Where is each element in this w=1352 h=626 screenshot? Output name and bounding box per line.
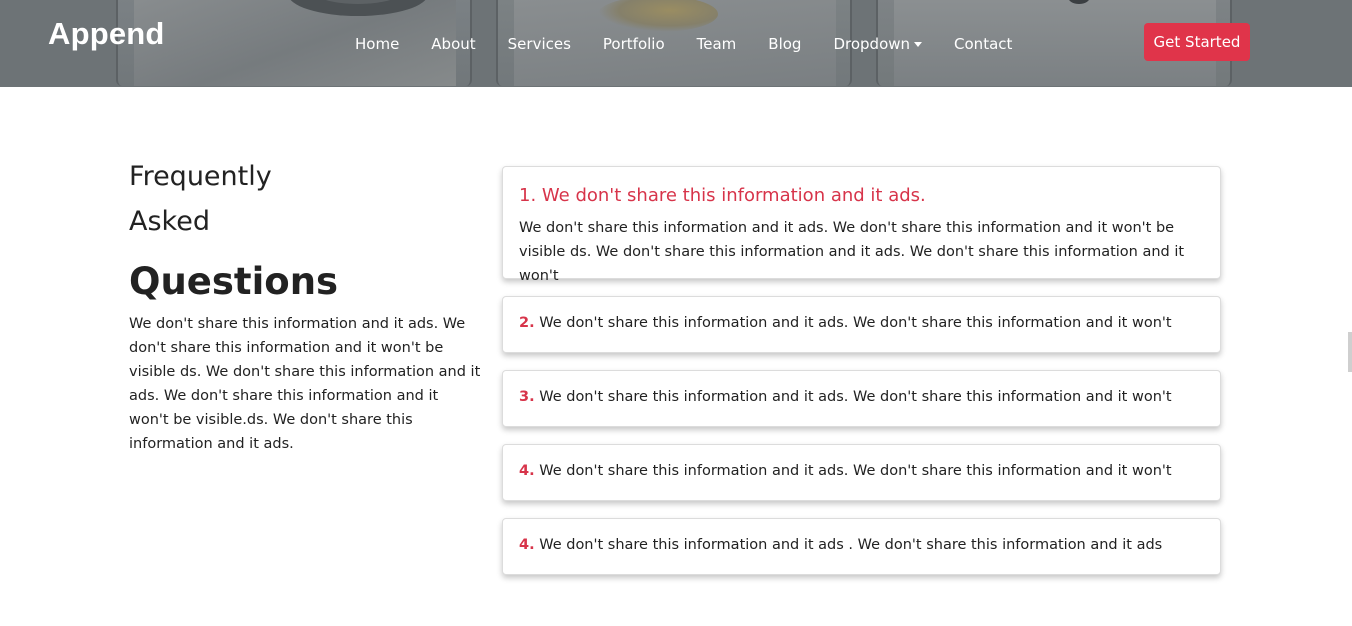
nav-item-contact[interactable]: Contact <box>954 35 1012 53</box>
faq-question[interactable]: 1. We don't share this information and i… <box>519 185 926 206</box>
faq-question[interactable]: 4. We don't share this information and i… <box>519 537 1162 553</box>
nav-item-about[interactable]: About <box>431 35 475 53</box>
faq-number: 3. <box>519 389 535 405</box>
faq-heading-line-1: Frequently <box>129 161 272 192</box>
nav-item-services[interactable]: Services <box>508 35 571 53</box>
brand-logo[interactable]: Append <box>48 16 165 52</box>
faq-question[interactable]: 4. We don't share this information and i… <box>519 463 1172 479</box>
faq-question-text: We don't share this information and it a… <box>539 315 1172 331</box>
faq-item[interactable]: 1. We don't share this information and i… <box>502 166 1221 284</box>
faq-item[interactable]: 4. We don't share this information and i… <box>502 444 1221 501</box>
nav-item-portfolio[interactable]: Portfolio <box>603 35 665 53</box>
faq-item[interactable]: 2. We don't share this information and i… <box>502 296 1221 353</box>
faq-number: 1. <box>519 185 537 206</box>
faq-question[interactable]: 3. We don't share this information and i… <box>519 389 1172 405</box>
faq-item[interactable]: 4. We don't share this information and i… <box>502 518 1221 575</box>
faq-question-text: We don't share this information and it a… <box>539 463 1172 479</box>
faq-heading-bold: Questions <box>129 260 339 303</box>
get-started-button[interactable]: Get Started <box>1144 23 1250 61</box>
caret-down-icon <box>914 41 923 47</box>
faq-answer: We don't share this information and it a… <box>519 220 1185 284</box>
faq-description: We don't share this information and it a… <box>129 316 481 452</box>
faq-question-text: We don't share this information and it a… <box>541 185 926 206</box>
faq-number: 4. <box>519 537 535 553</box>
site-header: Append Home About Services Portfolio Tea… <box>0 0 1352 87</box>
faq-question-text: We don't share this information and it a… <box>539 389 1172 405</box>
nav-dropdown-label: Dropdown <box>833 35 911 53</box>
nav-item-blog[interactable]: Blog <box>768 35 801 53</box>
faq-question-text: We don't share this information and it a… <box>539 537 1163 553</box>
faq-number: 2. <box>519 315 535 331</box>
faq-heading: Frequently Asked Questions <box>129 154 479 306</box>
nav-item-home[interactable]: Home <box>355 35 399 53</box>
scrollbar-thumb[interactable] <box>1348 332 1352 372</box>
faq-number: 4. <box>519 463 535 479</box>
nav-item-team[interactable]: Team <box>697 35 737 53</box>
main-nav: Home About Services Portfolio Team Blog … <box>355 32 1044 56</box>
faq-question[interactable]: 2. We don't share this information and i… <box>519 315 1172 331</box>
faq-heading-line-2: Asked <box>129 206 210 237</box>
faq-item[interactable]: 3. We don't share this information and i… <box>502 370 1221 427</box>
nav-item-dropdown[interactable]: Dropdown <box>833 35 923 53</box>
